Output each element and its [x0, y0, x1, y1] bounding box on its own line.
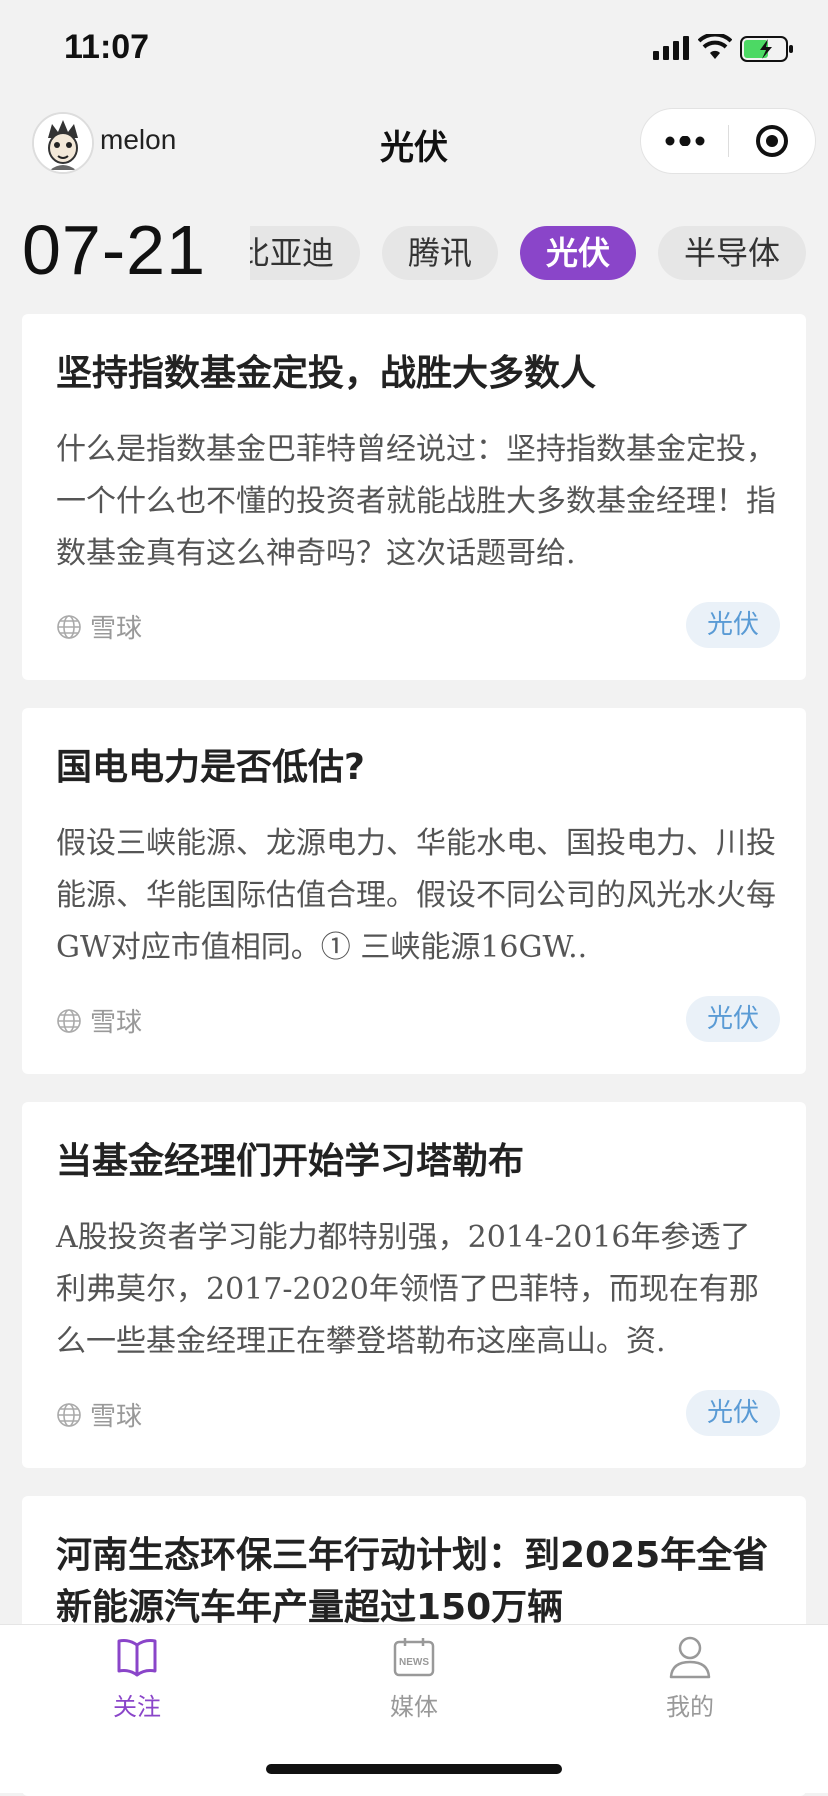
article-title: 坚持指数基金定投，战胜大多数人: [56, 353, 597, 394]
source-name: 雪球: [90, 1008, 143, 1038]
globe-icon: [57, 1402, 81, 1427]
article-card[interactable]: 坚持指数基金定投，战胜大多数人 什么是指数基金巴菲特曾经说过：坚持指数基金定投，…: [22, 314, 806, 680]
tab-tencent[interactable]: 腾讯: [382, 226, 499, 280]
globe-icon: [57, 1008, 81, 1033]
tab-media[interactable]: NEWS 媒体: [324, 1635, 504, 1722]
wifi-icon: [698, 34, 732, 59]
target-icon: [756, 125, 788, 157]
tab-semiconductor[interactable]: 半导体: [658, 226, 807, 280]
article-title: 河南生态环保三年行动计划：到2025年全省新能源汽车年产量超过150万辆: [56, 1535, 769, 1628]
cellular-signal-icon: [653, 36, 689, 60]
tab-follow[interactable]: 关注: [47, 1635, 227, 1722]
close-miniprogram-button[interactable]: [729, 109, 815, 173]
status-bar: 11:07: [0, 0, 828, 100]
topic-tag[interactable]: 光伏: [686, 1390, 780, 1436]
header-bar: melon 光伏: [0, 100, 828, 188]
article-card[interactable]: 国电电力是否低估? 假设三峡能源、龙源电力、华能水电、国投电力、川投能源、华能国…: [22, 708, 806, 1074]
user-icon: [669, 1636, 711, 1679]
source-name: 雪球: [90, 1402, 143, 1432]
home-indicator[interactable]: [266, 1764, 562, 1774]
tab-me[interactable]: 我的: [600, 1635, 780, 1722]
article-title: 国电电力是否低估?: [56, 747, 365, 788]
article-source: 雪球: [56, 608, 142, 645]
article-source: 雪球: [56, 1396, 142, 1433]
tab-media-label: 媒体: [390, 1693, 438, 1721]
article-summary: 什么是指数基金巴菲特曾经说过：坚持指数基金定投，一个什么也不懂的投资者就能战胜大…: [56, 432, 776, 571]
article-title: 当基金经理们开始学习塔勒布: [56, 1141, 525, 1182]
battery-charging-icon: [740, 36, 793, 62]
topic-tabs: 比亚迪 腾讯 光伏 半导体: [250, 226, 808, 282]
tab-photovoltaic[interactable]: 光伏: [520, 226, 637, 280]
miniprogram-capsule: [640, 108, 816, 174]
more-dots-icon: [665, 136, 704, 146]
article-summary: A股投资者学习能力都特别强，2014-2016年参透了利弗莫尔，2017-202…: [56, 1220, 759, 1359]
book-icon: [117, 1639, 157, 1677]
more-button[interactable]: [641, 109, 728, 173]
topic-tag[interactable]: 光伏: [686, 602, 780, 648]
article-card[interactable]: 当基金经理们开始学习塔勒布 A股投资者学习能力都特别强，2014-2016年参透…: [22, 1102, 806, 1468]
source-name: 雪球: [90, 614, 143, 644]
status-time: 11:07: [64, 28, 150, 66]
article-summary: 假设三峡能源、龙源电力、华能水电、国投电力、川投能源、华能国际估值合理。假设不同…: [56, 826, 776, 965]
date-label: 07-21: [22, 211, 207, 289]
tab-byd[interactable]: 比亚迪: [250, 226, 361, 280]
tab-me-label: 我的: [666, 1693, 714, 1721]
globe-icon: [57, 614, 81, 639]
article-source: 雪球: [56, 1002, 142, 1039]
svg-text:NEWS: NEWS: [399, 1657, 429, 1668]
tab-follow-label: 关注: [113, 1693, 161, 1721]
topic-tag[interactable]: 光伏: [686, 996, 780, 1042]
news-icon: NEWS: [393, 1638, 435, 1677]
